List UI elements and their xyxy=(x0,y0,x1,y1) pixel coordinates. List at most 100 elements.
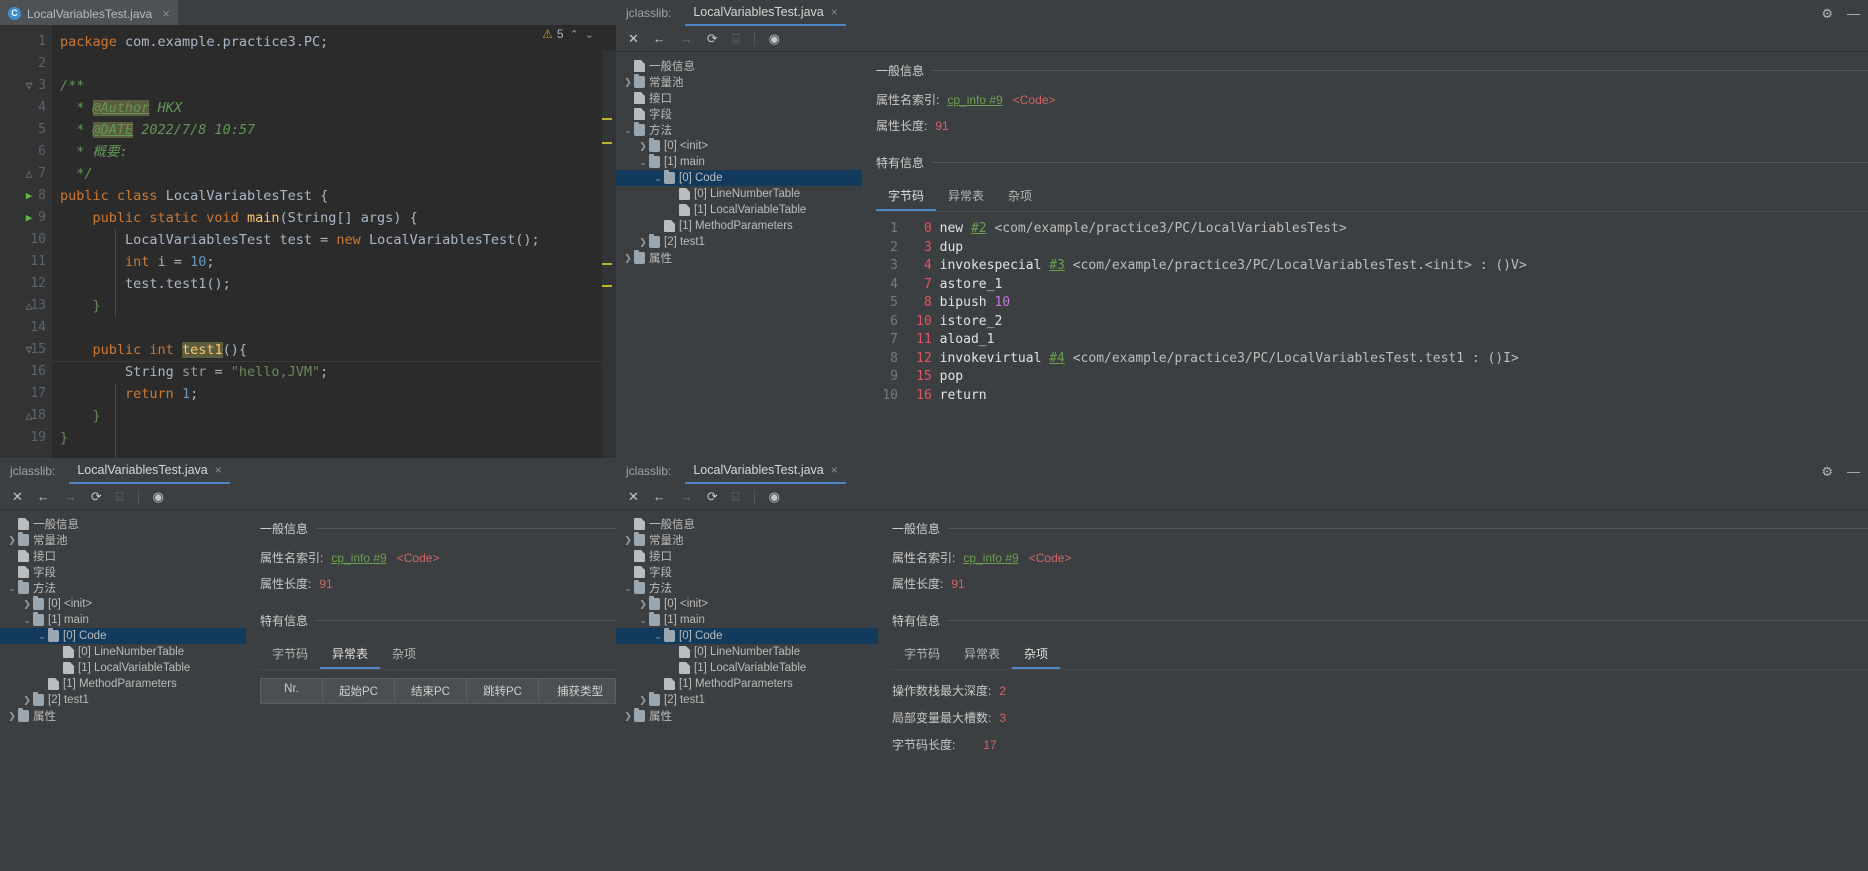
chevron-down-icon[interactable]: ⌄ xyxy=(622,125,634,136)
editor-inspection-widget[interactable]: ⚠ 5 ⌃ ⌄ xyxy=(542,27,594,41)
specific-tab-1[interactable]: 异常表 xyxy=(952,641,1012,669)
tree-node[interactable]: [1] MethodParameters xyxy=(616,218,862,234)
chevron-down-icon[interactable]: ⌄ xyxy=(585,28,594,41)
exception-table-column-header[interactable]: 跳转PC xyxy=(467,679,539,703)
editor-error-stripe[interactable] xyxy=(602,50,616,458)
specific-tab-2[interactable]: 杂项 xyxy=(996,183,1044,211)
back-icon[interactable]: ← xyxy=(653,32,666,45)
tree-node[interactable]: ⌄[0] Code xyxy=(0,628,246,644)
specific-tab-0[interactable]: 字节码 xyxy=(876,183,936,211)
editor-code-line[interactable]: } xyxy=(52,427,616,449)
editor-code-line[interactable] xyxy=(52,53,616,75)
tree-node[interactable]: ⌄方法 xyxy=(0,580,246,596)
editor-code-line[interactable]: * 概要: xyxy=(52,141,616,163)
bytecode-row[interactable]: 2 3 dup xyxy=(876,239,1868,258)
jclasslib-tab[interactable]: LocalVariablesTest.java × xyxy=(69,458,229,484)
fold-collapse-icon[interactable]: ▽ xyxy=(26,343,33,356)
tree-node[interactable]: [1] MethodParameters xyxy=(0,676,246,692)
specific-tab-2[interactable]: 杂项 xyxy=(1012,641,1060,669)
tree-node[interactable]: [0] LineNumberTable xyxy=(616,644,878,660)
cp-info-link[interactable]: cp_info #9 xyxy=(947,93,1002,107)
editor-code-area[interactable]: package com.example.practice3.PC; /** * … xyxy=(52,25,616,458)
chevron-right-icon[interactable]: ❯ xyxy=(622,535,634,546)
jclasslib-tab[interactable]: LocalVariablesTest.java × xyxy=(685,0,845,26)
tree-node[interactable]: 字段 xyxy=(616,564,878,580)
close-icon[interactable]: × xyxy=(162,6,170,21)
bytecode-row[interactable]: 6 10 istore_2 xyxy=(876,313,1868,332)
tree-node[interactable]: ❯[0] <init> xyxy=(616,596,878,612)
save-icon[interactable]: ⌸ xyxy=(116,490,124,503)
chevron-down-icon[interactable]: ⌄ xyxy=(637,157,649,168)
editor-code-line[interactable] xyxy=(52,317,616,339)
forward-icon[interactable]: → xyxy=(680,490,693,503)
tree-node[interactable]: 字段 xyxy=(616,106,862,122)
exception-table-column-header[interactable]: Nr. xyxy=(261,679,323,703)
chevron-right-icon[interactable]: ❯ xyxy=(21,599,33,610)
forward-icon[interactable]: → xyxy=(64,490,77,503)
chevron-right-icon[interactable]: ❯ xyxy=(637,599,649,610)
minimize-icon[interactable]: — xyxy=(1847,465,1860,478)
tree-node[interactable]: ❯常量池 xyxy=(0,532,246,548)
class-structure-tree[interactable]: 一般信息❯常量池接口字段⌄方法❯[0] <init>⌄[1] main⌄[0] … xyxy=(616,52,862,458)
chevron-right-icon[interactable]: ❯ xyxy=(6,535,18,546)
tree-node[interactable]: ⌄方法 xyxy=(616,122,862,138)
chevron-right-icon[interactable]: ❯ xyxy=(637,695,649,706)
chevron-down-icon[interactable]: ⌄ xyxy=(652,173,664,184)
reload-icon[interactable]: ⟳ xyxy=(91,490,102,503)
exception-table-column-header[interactable]: 捕获类型 xyxy=(539,679,615,703)
tree-node[interactable]: ❯[0] <init> xyxy=(0,596,246,612)
tree-node[interactable]: ❯[2] test1 xyxy=(616,234,862,250)
tree-node[interactable]: 接口 xyxy=(0,548,246,564)
close-icon[interactable]: × xyxy=(831,463,838,477)
browse-icon[interactable]: ◉ xyxy=(769,32,780,45)
chevron-up-icon[interactable]: ⌃ xyxy=(570,28,579,41)
bytecode-row[interactable]: 7 11 aload_1 xyxy=(876,331,1868,350)
tree-node[interactable]: [1] LocalVariableTable xyxy=(0,660,246,676)
chevron-down-icon[interactable]: ⌄ xyxy=(21,615,33,626)
chevron-down-icon[interactable]: ⌄ xyxy=(36,631,48,642)
tree-node[interactable]: ⌄[1] main xyxy=(0,612,246,628)
editor-code-line[interactable]: */ xyxy=(52,163,616,185)
specific-tab-0[interactable]: 字节码 xyxy=(892,641,952,669)
tree-node[interactable]: ❯属性 xyxy=(0,708,246,724)
class-structure-tree[interactable]: 一般信息❯常量池接口字段⌄方法❯[0] <init>⌄[1] main⌄[0] … xyxy=(616,510,878,871)
close-icon[interactable]: ✕ xyxy=(628,32,639,45)
exception-table-column-header[interactable]: 起始PC xyxy=(323,679,395,703)
tree-node[interactable]: ❯[0] <init> xyxy=(616,138,862,154)
chevron-right-icon[interactable]: ❯ xyxy=(637,237,649,248)
tree-node[interactable]: [1] LocalVariableTable xyxy=(616,202,862,218)
editor-tab-localvariablestest[interactable]: C LocalVariablesTest.java × xyxy=(0,0,178,25)
tree-node[interactable]: ❯常量池 xyxy=(616,532,878,548)
editor-code-line[interactable]: public int test1(){ xyxy=(52,339,616,361)
editor-gutter[interactable]: 123▽4567△8▶9▶10111213△1415▽161718△19 xyxy=(0,25,52,458)
tree-node[interactable]: ❯属性 xyxy=(616,250,862,266)
tree-node[interactable]: ⌄[0] Code xyxy=(616,628,878,644)
specific-tab-2[interactable]: 杂项 xyxy=(380,641,428,669)
exception-table[interactable]: Nr.起始PC结束PC跳转PC捕获类型 xyxy=(260,678,616,704)
editor-code-line[interactable]: test.test1(); xyxy=(52,273,616,295)
tree-node[interactable]: ❯常量池 xyxy=(616,74,862,90)
save-icon[interactable]: ⌸ xyxy=(732,490,740,503)
close-icon[interactable]: × xyxy=(215,463,222,477)
specific-tab-0[interactable]: 字节码 xyxy=(260,641,320,669)
browse-icon[interactable]: ◉ xyxy=(153,490,164,503)
close-icon[interactable]: × xyxy=(831,5,838,19)
minimize-icon[interactable]: — xyxy=(1847,7,1860,20)
chevron-right-icon[interactable]: ❯ xyxy=(21,695,33,706)
tree-node[interactable]: [0] LineNumberTable xyxy=(616,186,862,202)
specific-tab-1[interactable]: 异常表 xyxy=(320,641,380,669)
reload-icon[interactable]: ⟳ xyxy=(707,490,718,503)
chevron-down-icon[interactable]: ⌄ xyxy=(6,583,18,594)
tree-node[interactable]: 字段 xyxy=(0,564,246,580)
cp-info-link[interactable]: cp_info #9 xyxy=(331,551,386,565)
chevron-down-icon[interactable]: ⌄ xyxy=(637,615,649,626)
editor-code-line[interactable]: int i = 10; xyxy=(52,251,616,273)
chevron-right-icon[interactable]: ❯ xyxy=(622,253,634,264)
bytecode-row[interactable]: 5 8 bipush 10 xyxy=(876,294,1868,313)
save-icon[interactable]: ⌸ xyxy=(732,32,740,45)
fold-collapse-icon[interactable]: ▽ xyxy=(26,79,33,92)
reload-icon[interactable]: ⟳ xyxy=(707,32,718,45)
tree-node[interactable]: [1] LocalVariableTable xyxy=(616,660,878,676)
editor-code-line[interactable]: * @Author HKX xyxy=(52,97,616,119)
constant-pool-link[interactable]: #3 xyxy=(1049,258,1065,273)
